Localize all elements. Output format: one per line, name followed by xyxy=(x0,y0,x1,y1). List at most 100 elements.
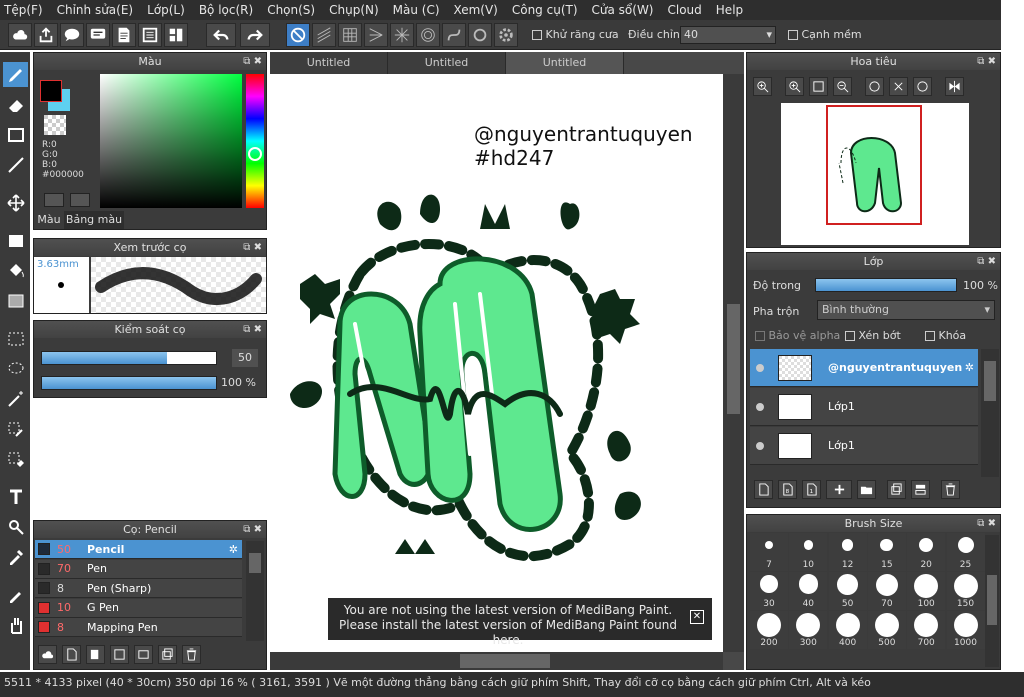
merge-layer-icon[interactable] xyxy=(911,480,930,499)
tab-untitled-1[interactable]: Untitled xyxy=(270,52,388,74)
soft-edge-toggle[interactable]: Cạnh mềm xyxy=(788,28,862,41)
radial-snap-icon[interactable] xyxy=(364,23,388,47)
panel-layout-icon[interactable] xyxy=(164,23,188,47)
delete-layer-icon[interactable] xyxy=(941,480,960,499)
operation-tool-icon[interactable] xyxy=(3,514,28,539)
menu-view[interactable]: Xem(V) xyxy=(454,3,498,17)
protect-alpha-checkbox[interactable] xyxy=(755,331,765,341)
zoom-out-icon[interactable] xyxy=(833,77,852,96)
panel-close-icon[interactable]: ⧉ ✖ xyxy=(977,515,996,532)
list-icon[interactable] xyxy=(138,23,162,47)
gradient-tool-icon[interactable] xyxy=(3,288,28,313)
new-8bit-layer-icon[interactable]: 8 xyxy=(778,480,797,499)
menu-edit[interactable]: Chỉnh sửa(E) xyxy=(57,3,134,17)
brush-size-option[interactable]: 70 xyxy=(867,572,906,610)
layer-row[interactable]: Lớp1 xyxy=(750,427,978,465)
lock-toggle[interactable]: Khóa xyxy=(925,329,966,342)
navigator-thumbnail[interactable] xyxy=(781,103,969,245)
speech-bubble-icon[interactable] xyxy=(60,23,84,47)
protect-alpha-toggle[interactable]: Bảo vệ alpha xyxy=(755,329,840,342)
cloud-icon[interactable] xyxy=(8,23,32,47)
fit-screen-icon[interactable] xyxy=(809,77,828,96)
brush-size-option[interactable]: 700 xyxy=(907,611,946,649)
adjust-dropdown[interactable]: 40 ▾ xyxy=(680,26,776,44)
menu-layer[interactable]: Lớp(L) xyxy=(147,3,185,17)
gear-icon[interactable]: ✲ xyxy=(229,543,238,556)
update-notice[interactable]: You are not using the latest version of … xyxy=(328,598,712,647)
page-icon[interactable] xyxy=(112,23,136,47)
clipping-toggle[interactable]: Xén bớt xyxy=(845,329,901,342)
panel-close-icon[interactable]: ⧉ ✖ xyxy=(243,53,262,70)
text-tool-icon[interactable] xyxy=(3,484,28,509)
brush-size-option[interactable]: 500 xyxy=(867,611,906,649)
brush-size-option[interactable]: 100 xyxy=(907,572,946,610)
share-icon[interactable] xyxy=(34,23,58,47)
brush-size-option[interactable]: 200 xyxy=(750,611,788,649)
panel-close-icon[interactable]: ⧉ ✖ xyxy=(243,321,262,338)
reset-rotation-icon[interactable] xyxy=(889,77,908,96)
menu-filter[interactable]: Bộ lọc(R) xyxy=(199,3,253,17)
menu-cloud[interactable]: Cloud xyxy=(668,3,702,17)
brush-tool-icon[interactable] xyxy=(3,62,28,87)
add-brush-icon[interactable] xyxy=(62,645,81,664)
move-tool-icon[interactable] xyxy=(3,190,28,215)
magic-wand-tool-icon[interactable] xyxy=(3,386,28,411)
lock-checkbox[interactable] xyxy=(925,331,935,341)
brush-size-slider[interactable] xyxy=(41,351,217,365)
brush-size-option[interactable]: 7 xyxy=(750,533,788,571)
drawing-canvas[interactable]: @nguyentrantuquyen #hd247 You are not us… xyxy=(270,74,723,652)
brush-list-item[interactable]: 8 Mapping Pen xyxy=(35,618,242,638)
eye-icon[interactable] xyxy=(756,441,764,450)
layer-opacity-slider[interactable] xyxy=(815,278,957,292)
rotate-left-icon[interactable] xyxy=(865,77,884,96)
brush-list-item[interactable]: 70 Pen xyxy=(35,559,242,579)
close-icon[interactable]: ✕ xyxy=(690,610,704,624)
brush-size-option[interactable]: 300 xyxy=(789,611,828,649)
eye-icon[interactable] xyxy=(756,402,764,411)
menu-file[interactable]: Tệp(F) xyxy=(4,3,43,17)
brush-size-option[interactable]: 12 xyxy=(828,533,867,571)
panel-close-icon[interactable]: ⧉ ✖ xyxy=(243,521,262,538)
delete-brush-icon[interactable] xyxy=(182,645,201,664)
menu-window[interactable]: Cửa sổ(W) xyxy=(592,3,654,17)
layer-row[interactable]: @nguyentrantuquyen ✲ xyxy=(750,349,978,387)
dropper-tool-icon[interactable] xyxy=(3,544,28,569)
color-tool-button-1[interactable] xyxy=(44,193,64,207)
folder-icon[interactable] xyxy=(857,480,876,499)
eye-icon[interactable] xyxy=(756,363,764,372)
brush-size-option[interactable]: 20 xyxy=(907,533,946,571)
panel-close-icon[interactable]: ⧉ ✖ xyxy=(977,53,996,70)
brush-settings-icon[interactable] xyxy=(134,645,153,664)
concentric-snap-icon[interactable] xyxy=(416,23,440,47)
brush-size-option[interactable]: 150 xyxy=(946,572,985,610)
gear-icon[interactable]: ✲ xyxy=(965,361,974,374)
menu-tools[interactable]: Công cụ(T) xyxy=(512,3,578,17)
brush-size-option[interactable]: 50 xyxy=(828,572,867,610)
rectangle-tool-icon[interactable] xyxy=(3,122,28,147)
settings-gear-icon[interactable] xyxy=(494,23,518,47)
brush-list-item[interactable]: 50 Pencil ✲ xyxy=(35,540,242,559)
add-layer-menu-icon[interactable] xyxy=(826,480,852,499)
panel-close-icon[interactable]: ⧉ ✖ xyxy=(243,239,262,256)
brush-menu-icon[interactable] xyxy=(86,645,105,664)
flip-icon[interactable] xyxy=(945,77,964,96)
layer-list-scrollbar[interactable] xyxy=(981,349,999,477)
rotate-right-icon[interactable] xyxy=(913,77,932,96)
brush-size-value[interactable]: 50 xyxy=(232,349,258,367)
brush-size-scrollbar[interactable] xyxy=(985,535,999,667)
brush-size-option[interactable]: 400 xyxy=(828,611,867,649)
transparent-color-swatch[interactable] xyxy=(44,115,66,135)
brush-size-option[interactable]: 15 xyxy=(867,533,906,571)
select-pen-tool-icon[interactable] xyxy=(3,416,28,441)
zoom-in-icon[interactable] xyxy=(753,77,772,96)
antialias-toggle[interactable]: Khử răng cưa xyxy=(532,28,619,41)
pen-tool-icon[interactable] xyxy=(3,582,28,607)
parallel-snap-icon[interactable] xyxy=(312,23,336,47)
saturation-value-picker[interactable] xyxy=(100,74,242,208)
lasso-tool-icon[interactable] xyxy=(3,356,28,381)
brush-cloud-icon[interactable] xyxy=(38,645,57,664)
brush-size-option[interactable]: 30 xyxy=(750,572,788,610)
new-1bit-layer-icon[interactable]: 1 xyxy=(802,480,821,499)
burst-snap-icon[interactable] xyxy=(390,23,414,47)
new-layer-icon[interactable] xyxy=(754,480,773,499)
